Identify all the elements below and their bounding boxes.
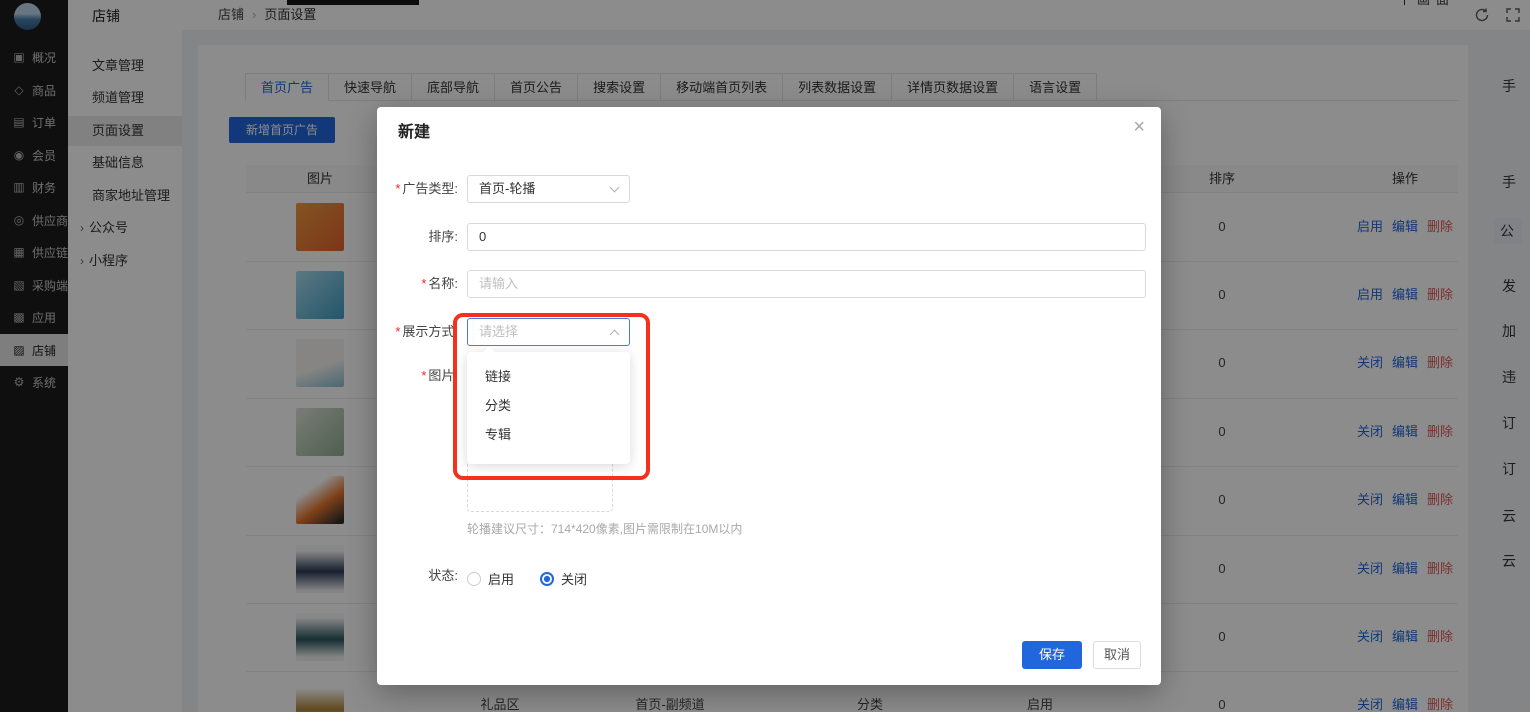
chevron-down-icon — [610, 183, 620, 193]
radio-icon[interactable] — [467, 572, 481, 586]
required-mark: * — [421, 368, 426, 383]
dropdown-option-album[interactable]: 专辑 — [467, 420, 630, 449]
field-label: 排序: — [377, 223, 458, 251]
field-label: *展示方式: — [377, 318, 458, 346]
dropdown-option-category[interactable]: 分类 — [467, 391, 630, 420]
form-row-status: 状态: 启用 关闭 — [377, 568, 1161, 584]
select-placeholder: 请选择 — [479, 324, 518, 339]
name-input[interactable]: 请输入 — [467, 270, 1146, 298]
form-row-sort: 排序: 0 — [377, 223, 1161, 251]
field-label: *广告类型: — [377, 175, 458, 203]
form-row-display-mode: *展示方式: 请选择 — [377, 318, 1161, 346]
form-row-name: *名称: 请输入 — [377, 270, 1161, 298]
chevron-up-icon — [610, 330, 620, 340]
sort-input[interactable]: 0 — [467, 223, 1146, 251]
close-icon[interactable]: × — [1133, 117, 1145, 137]
radio-enable[interactable]: 启用 — [467, 569, 514, 588]
upload-hint: 轮播建议尺寸：714*420像素,图片需限制在10M以内 — [467, 520, 742, 537]
dropdown-option-link[interactable]: 链接 — [467, 362, 630, 391]
create-ad-modal: 新建 × *广告类型: 首页-轮播 排序: 0 *名称: 请输入 *展示方式: … — [377, 107, 1161, 685]
display-mode-select[interactable]: 请选择 — [467, 318, 630, 346]
field-label: *名称: — [377, 270, 458, 298]
radio-disable[interactable]: 关闭 — [540, 569, 587, 588]
field-label: *图片: — [377, 369, 458, 383]
radio-checked-icon[interactable] — [540, 572, 554, 586]
display-mode-dropdown: 链接 分类 专辑 — [467, 352, 630, 464]
ad-type-select[interactable]: 首页-轮播 — [467, 175, 630, 203]
required-mark: * — [395, 181, 400, 196]
form-row-ad-type: *广告类型: 首页-轮播 — [377, 175, 1161, 203]
input-placeholder: 请输入 — [479, 276, 518, 291]
required-mark: * — [395, 324, 400, 339]
modal-title: 新建 — [398, 118, 430, 142]
dropdown-caret — [483, 346, 494, 357]
required-mark: * — [421, 276, 426, 291]
app-root: 店铺›页面设置 超级管理员 个画面 店铺 文章管理 频道管理 页面设置 基础信息… — [0, 0, 1530, 712]
field-label: 状态: — [377, 568, 458, 584]
save-button[interactable]: 保存 — [1022, 641, 1082, 669]
cancel-button[interactable]: 取消 — [1093, 641, 1141, 669]
